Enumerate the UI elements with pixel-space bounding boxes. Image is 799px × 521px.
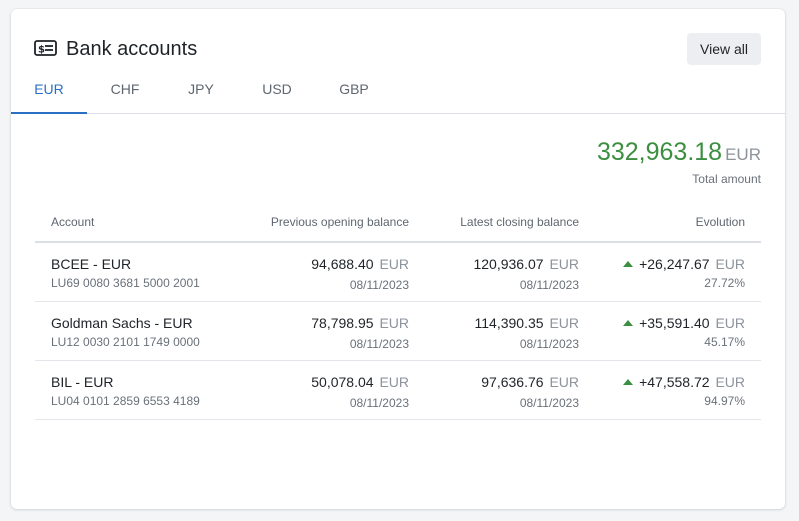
account-cell: Goldman Sachs - EUR LU12 0030 2101 1749 … bbox=[35, 301, 225, 361]
column-header-latest: Latest closing balance bbox=[409, 205, 579, 243]
accounts-table: Account Previous opening balance Latest … bbox=[35, 205, 761, 420]
column-header-account: Account bbox=[35, 205, 225, 243]
bank-accounts-card: $ Bank accounts View all EUR CHF JPY USD… bbox=[11, 9, 785, 509]
total-amount-value: 332,963.18 bbox=[596, 138, 723, 166]
total-amount-currency: EUR bbox=[725, 145, 761, 164]
svg-text:$: $ bbox=[38, 45, 45, 56]
table-row[interactable]: BCEE - EUR LU69 0080 3681 5000 2001 94,6… bbox=[35, 242, 761, 302]
evolution-currency: EUR bbox=[715, 314, 745, 331]
previous-balance-currency: EUR bbox=[379, 373, 409, 390]
previous-balance-date: 08/11/2023 bbox=[349, 278, 409, 292]
arrow-up-icon bbox=[623, 319, 634, 326]
latest-balance-currency: EUR bbox=[549, 373, 579, 390]
latest-balance-currency: EUR bbox=[549, 256, 579, 272]
evolution-cell: +26,247.67 EUR 27.72% bbox=[579, 242, 761, 302]
previous-balance-value: 78,798.95 bbox=[311, 314, 374, 331]
previous-balance-date: 08/11/2023 bbox=[349, 336, 409, 351]
account-name: BIL - EUR bbox=[51, 373, 114, 390]
evolution-value: +26,247.67 bbox=[639, 256, 710, 272]
previous-balance-value: 94,688.40 bbox=[311, 256, 374, 272]
previous-balance-cell: 94,688.40 EUR 08/11/2023 bbox=[225, 242, 409, 302]
table-row[interactable]: BIL - EUR LU04 0101 2859 6553 4189 50,07… bbox=[35, 360, 761, 420]
view-all-button[interactable]: View all bbox=[687, 33, 761, 65]
total-amount-label: Total amount bbox=[692, 172, 761, 186]
tab-gbp[interactable]: GBP bbox=[316, 73, 392, 113]
evolution-percent: 94.97% bbox=[704, 393, 745, 408]
bank-card-icon: $ bbox=[34, 40, 57, 56]
evolution-percent: 45.17% bbox=[704, 334, 745, 349]
table-row[interactable]: Goldman Sachs - EUR LU12 0030 2101 1749 … bbox=[35, 301, 761, 361]
account-cell: BIL - EUR LU04 0101 2859 6553 4189 bbox=[35, 360, 225, 420]
account-iban: LU04 0101 2859 6553 4189 bbox=[51, 393, 200, 408]
latest-balance-cell: 114,390.35 EUR 08/11/2023 bbox=[409, 301, 579, 361]
account-cell: BCEE - EUR LU69 0080 3681 5000 2001 bbox=[35, 242, 225, 302]
arrow-up-icon bbox=[623, 378, 634, 385]
tab-eur[interactable]: EUR bbox=[11, 73, 87, 114]
evolution-percent: 27.72% bbox=[704, 276, 745, 290]
previous-balance-currency: EUR bbox=[379, 256, 409, 272]
evolution-currency: EUR bbox=[715, 256, 745, 272]
card-title: Bank accounts bbox=[66, 38, 198, 60]
account-iban: LU12 0030 2101 1749 0000 bbox=[51, 334, 200, 349]
previous-balance-cell: 50,078.04 EUR 08/11/2023 bbox=[225, 360, 409, 420]
previous-balance-cell: 78,798.95 EUR 08/11/2023 bbox=[225, 301, 409, 361]
previous-balance-value: 50,078.04 bbox=[311, 373, 374, 390]
table-header-row: Account Previous opening balance Latest … bbox=[35, 205, 761, 243]
column-header-evolution: Evolution bbox=[579, 205, 761, 243]
latest-balance-value: 114,390.35 bbox=[474, 314, 544, 331]
latest-balance-currency: EUR bbox=[549, 314, 579, 331]
account-name: Goldman Sachs - EUR bbox=[51, 314, 193, 331]
total-amount: 332,963.18 EUR Total amount bbox=[597, 137, 761, 186]
evolution-currency: EUR bbox=[715, 373, 745, 390]
account-iban: LU69 0080 3681 5000 2001 bbox=[51, 276, 200, 290]
evolution-cell: +35,591.40 EUR 45.17% bbox=[579, 301, 761, 361]
latest-balance-date: 08/11/2023 bbox=[519, 336, 579, 351]
evolution-value: +47,558.72 bbox=[639, 373, 710, 390]
evolution-value: +35,591.40 bbox=[639, 314, 710, 331]
latest-balance-cell: 120,936.07 EUR 08/11/2023 bbox=[409, 242, 579, 302]
column-header-previous: Previous opening balance bbox=[225, 205, 409, 243]
latest-balance-date: 08/11/2023 bbox=[519, 395, 579, 410]
previous-balance-currency: EUR bbox=[379, 314, 409, 331]
evolution-cell: +47,558.72 EUR 94.97% bbox=[579, 360, 761, 420]
latest-balance-value: 120,936.07 bbox=[473, 256, 544, 272]
account-name: BCEE - EUR bbox=[51, 256, 132, 272]
currency-tabs: EUR CHF JPY USD GBP bbox=[11, 73, 785, 114]
arrow-up-icon bbox=[623, 261, 634, 267]
tab-chf[interactable]: CHF bbox=[87, 73, 163, 113]
card-header: $ Bank accounts View all bbox=[11, 9, 785, 73]
latest-balance-cell: 97,636.76 EUR 08/11/2023 bbox=[409, 360, 579, 420]
latest-balance-value: 97,636.76 bbox=[481, 373, 544, 390]
tab-usd[interactable]: USD bbox=[239, 73, 315, 113]
previous-balance-date: 08/11/2023 bbox=[349, 395, 409, 410]
tab-jpy[interactable]: JPY bbox=[163, 73, 239, 113]
latest-balance-date: 08/11/2023 bbox=[519, 278, 579, 292]
